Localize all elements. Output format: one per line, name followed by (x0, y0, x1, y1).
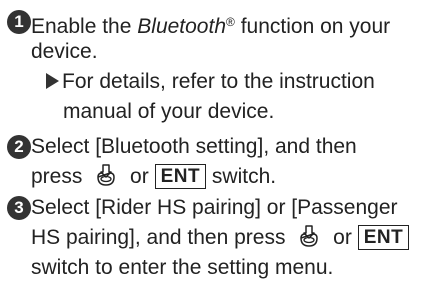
step-1-note-line-2: manual of your device. (63, 100, 275, 123)
step-2-line-2: press or ENT switch. (31, 162, 276, 192)
step-3-line-3: switch to enter the setting menu. (31, 256, 334, 279)
step-1-note-text-1: For details, refer to the instruction (62, 70, 375, 93)
ent-switch-label: ENT (154, 164, 207, 189)
step-number-2: 2 (7, 135, 31, 159)
step-3-or: or (333, 226, 352, 249)
step-2-switch: switch. (211, 165, 277, 188)
step-number-3: 3 (7, 196, 31, 220)
step-1-text-a: Enable the (31, 15, 138, 38)
step-1-line-1: Enable the Bluetooth® function on your (31, 7, 391, 38)
triangle-arrow-icon (46, 73, 59, 89)
step-3-line-1: Select [Rider HS pairing] or [Passenger (31, 196, 398, 219)
step-3-text-a: HS pairing], and then press (31, 226, 286, 249)
step-1-text-b: function on your (234, 15, 391, 38)
step-2-or: or (130, 165, 149, 188)
step-2-press: press (31, 165, 83, 188)
instruction-list: 1 Enable the Bluetooth® function on your… (0, 0, 446, 283)
joystick-push-icon (300, 225, 319, 247)
registered-mark: ® (226, 15, 235, 29)
step-1-line-2: device. (31, 40, 98, 63)
step-number-1: 1 (7, 10, 31, 34)
joystick-push-icon (97, 164, 115, 186)
step-2-line-1: Select [Bluetooth setting], and then (31, 135, 357, 158)
step-1-note-line-1: For details, refer to the instruction (46, 67, 375, 97)
bluetooth-term: Bluetooth (137, 15, 227, 38)
step-3-line-2: HS pairing], and then press or ENT (31, 223, 410, 253)
ent-switch-label: ENT (357, 225, 410, 250)
